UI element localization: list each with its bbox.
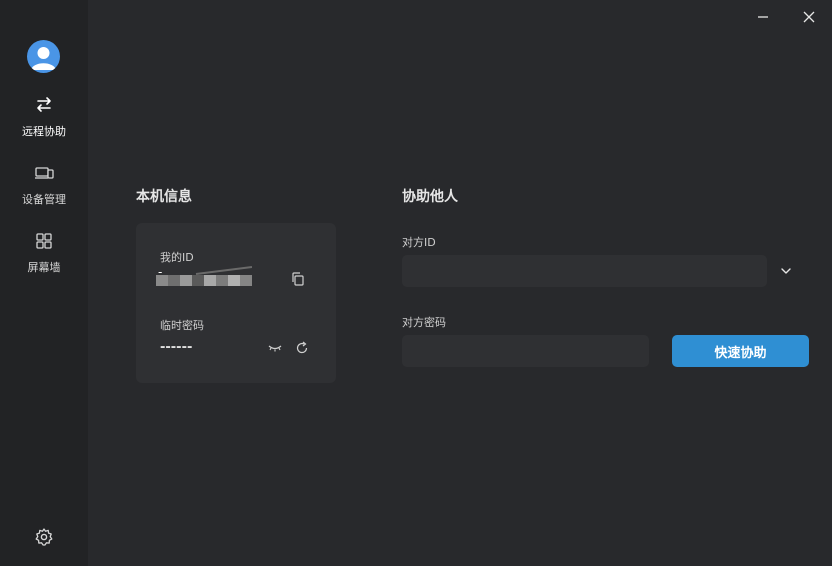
close-button[interactable] xyxy=(798,6,820,28)
local-info-title: 本机信息 xyxy=(136,189,192,205)
peer-password-input[interactable] xyxy=(402,335,649,367)
local-info-card: 我的ID - 临时密码 ------ xyxy=(136,223,336,383)
refresh-icon[interactable] xyxy=(295,341,309,355)
sidebar: 远程协助 设备管理 屏幕墙 xyxy=(0,0,88,566)
eye-closed-icon[interactable] xyxy=(268,341,282,355)
sidebar-item-screen-wall[interactable]: 屏幕墙 xyxy=(0,231,88,287)
copy-icon[interactable] xyxy=(291,272,305,286)
close-icon xyxy=(803,11,815,23)
sidebar-item-label: 远程协助 xyxy=(22,125,66,138)
peer-id-label: 对方ID xyxy=(402,236,436,249)
gear-icon[interactable] xyxy=(34,527,54,547)
peer-id-input[interactable] xyxy=(402,255,767,287)
my-id-label: 我的ID xyxy=(160,251,194,264)
swap-arrows-icon xyxy=(37,97,51,112)
peer-id-dropdown-button[interactable] xyxy=(777,262,795,280)
devices-icon xyxy=(35,167,54,179)
id-mosaic-mask xyxy=(156,266,252,286)
quick-assist-button[interactable]: 快速协助 xyxy=(672,335,809,367)
help-others-title: 协助他人 xyxy=(402,189,458,205)
chevron-down-icon xyxy=(781,268,791,274)
sidebar-item-remote-assist[interactable]: 远程协助 xyxy=(0,95,88,151)
minimize-icon xyxy=(758,16,768,18)
grid-icon xyxy=(36,233,52,249)
sidebar-item-device-management[interactable]: 设备管理 xyxy=(0,163,88,219)
user-avatar-icon[interactable] xyxy=(27,40,60,73)
temp-password-value: ------ xyxy=(160,340,193,355)
sidebar-item-label: 设备管理 xyxy=(22,193,66,206)
minimize-button[interactable] xyxy=(752,6,774,28)
peer-password-label: 对方密码 xyxy=(402,316,446,329)
sidebar-item-label: 屏幕墙 xyxy=(27,261,61,274)
temp-password-label: 临时密码 xyxy=(160,319,204,332)
